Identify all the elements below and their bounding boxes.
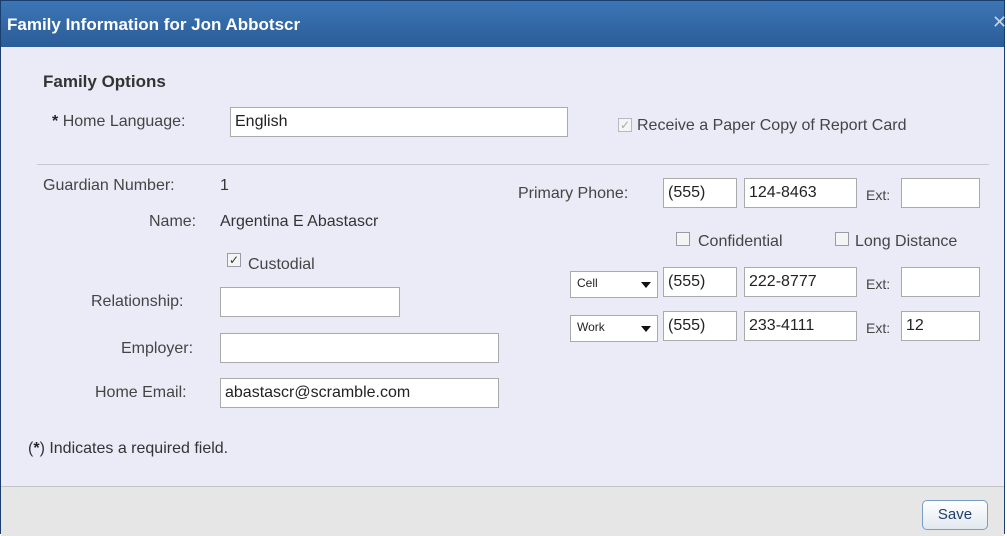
dialog-footer — [1, 486, 1004, 536]
required-asterisk: * — [52, 113, 59, 130]
primary-ext-input[interactable] — [901, 178, 980, 208]
long-distance-checkbox[interactable] — [835, 232, 849, 246]
family-options-heading: Family Options — [43, 72, 166, 91]
primary-ext-label: Ext: — [866, 187, 891, 203]
phone-type-value: Cell — [577, 276, 598, 290]
home-language-label: Home Language: — [62, 113, 186, 130]
employer-label: Employer: — [121, 340, 194, 357]
home-email-input[interactable]: abastascr@scramble.com — [220, 378, 499, 408]
close-icon[interactable]: ✕ — [992, 13, 1007, 31]
phone-type-select-work[interactable]: Work — [570, 315, 658, 342]
cell-ext-label: Ext: — [866, 276, 891, 292]
cell-phone-area-input[interactable]: (555) — [663, 267, 737, 297]
section-divider — [37, 164, 989, 165]
relationship-label: Relationship: — [91, 293, 184, 310]
custodial-label: Custodial — [248, 256, 315, 273]
home-language-label-group: * Home Language: — [52, 113, 185, 131]
primary-phone-label: Primary Phone: — [518, 185, 629, 202]
confidential-label: Confidential — [698, 233, 783, 250]
guardian-number-value: 1 — [220, 177, 229, 194]
home-email-label: Home Email: — [95, 384, 187, 401]
custodial-check-icon: ✓ — [228, 253, 240, 267]
guardian-number-label: Guardian Number: — [43, 177, 175, 194]
cell-phone-number-input[interactable]: 222-8777 — [744, 267, 857, 297]
paper-copy-checkbox[interactable]: ✓ — [618, 118, 632, 132]
phone-type-select-cell[interactable]: Cell — [570, 271, 658, 298]
employer-input[interactable] — [220, 333, 499, 363]
work-phone-number-input[interactable]: 233-4111 — [744, 311, 857, 341]
paper-copy-label: Receive a Paper Copy of Report Card — [637, 117, 907, 134]
long-distance-label: Long Distance — [855, 233, 958, 250]
save-button[interactable]: Save — [922, 500, 988, 530]
work-phone-area-input[interactable]: (555) — [663, 311, 737, 341]
dialog-titlebar: Family Information for Jon Abbotscr ✕ — [1, 1, 1007, 47]
paper-copy-check-icon: ✓ — [619, 118, 631, 132]
phone-type-value: Work — [577, 320, 605, 334]
home-language-input[interactable]: English — [230, 107, 568, 137]
guardian-name-value: Argentina E Abastascr — [220, 213, 379, 230]
cell-ext-input[interactable] — [901, 267, 980, 297]
work-ext-input[interactable]: 12 — [901, 311, 980, 341]
chevron-down-icon — [641, 326, 651, 332]
relationship-input[interactable] — [220, 287, 400, 317]
custodial-checkbox[interactable]: ✓ — [227, 253, 241, 267]
required-note-text: ) Indicates a required field. — [39, 440, 229, 457]
guardian-name-label: Name: — [149, 213, 197, 230]
confidential-checkbox[interactable] — [676, 232, 690, 246]
chevron-down-icon — [641, 282, 651, 288]
primary-phone-area-input[interactable]: (555) — [663, 178, 737, 208]
required-field-note: (*) Indicates a required field. — [28, 440, 228, 458]
primary-phone-number-input[interactable]: 124-8463 — [744, 178, 857, 208]
family-information-dialog: Family Information for Jon Abbotscr ✕ Fa… — [0, 0, 1007, 536]
work-ext-label: Ext: — [866, 320, 891, 336]
dialog-title: Family Information for Jon Abbotscr — [7, 15, 301, 34]
